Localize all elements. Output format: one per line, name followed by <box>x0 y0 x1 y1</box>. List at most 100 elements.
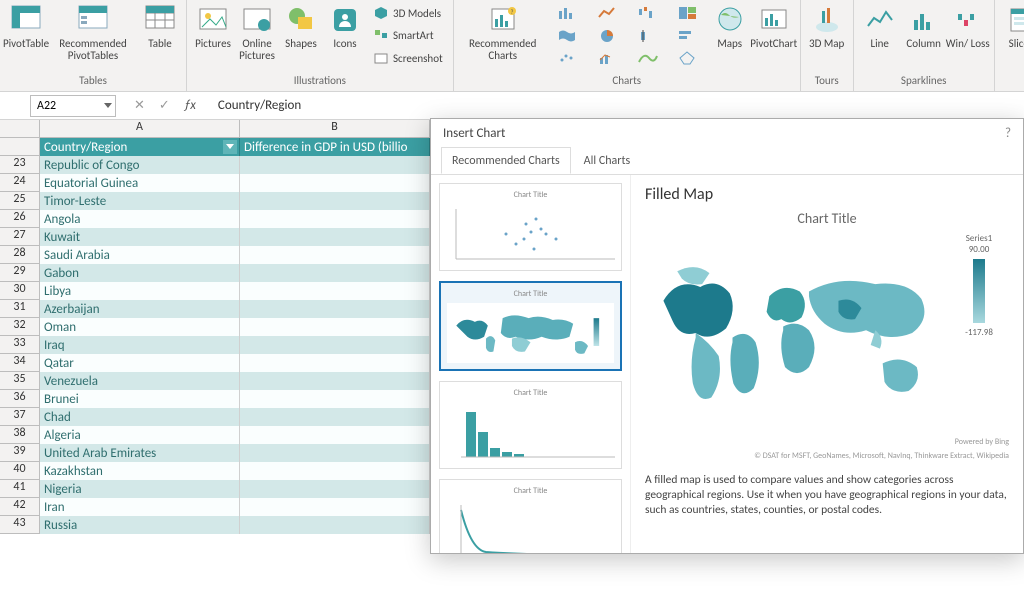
column-header-b[interactable]: B <box>240 120 430 138</box>
cell[interactable] <box>240 228 430 246</box>
cell[interactable]: Algeria <box>40 426 240 444</box>
cell[interactable]: Kazakhstan <box>40 462 240 480</box>
cell[interactable]: Venezuela <box>40 372 240 390</box>
chart-thumb-scatter[interactable]: Chart Title <box>439 183 622 271</box>
chart-thumb-line[interactable]: Chart Title <box>439 479 622 553</box>
cell[interactable]: Kuwait <box>40 228 240 246</box>
row-number[interactable]: 39 <box>0 444 40 462</box>
cell[interactable]: Equatorial Guinea <box>40 174 240 192</box>
spark-column-button[interactable]: Column <box>902 2 946 70</box>
row-number[interactable]: 35 <box>0 372 40 390</box>
pictures-button[interactable]: Pictures <box>191 2 235 70</box>
cell[interactable] <box>240 318 430 336</box>
chart-type-surface-icon[interactable] <box>628 47 668 69</box>
cell[interactable]: Chad <box>40 408 240 426</box>
filter-dropdown-icon[interactable] <box>223 140 237 154</box>
chart-type-scatter-icon[interactable] <box>548 47 588 69</box>
chart-type-pie-icon[interactable] <box>588 25 628 47</box>
row-number[interactable]: 32 <box>0 318 40 336</box>
column-header-a[interactable]: A <box>40 120 240 138</box>
row-number[interactable]: 41 <box>0 480 40 498</box>
chart-type-line-icon[interactable] <box>588 2 628 24</box>
3d-models-button[interactable]: 3D Models <box>369 3 447 23</box>
cancel-formula-icon[interactable]: ✕ <box>134 98 145 113</box>
spark-line-button[interactable]: Line <box>858 2 902 70</box>
cell[interactable] <box>240 336 430 354</box>
cell[interactable] <box>240 372 430 390</box>
cell[interactable]: Iraq <box>40 336 240 354</box>
row-number[interactable]: 24 <box>0 174 40 192</box>
cell[interactable]: Nigeria <box>40 480 240 498</box>
table-button[interactable]: Table <box>138 2 182 70</box>
chart-thumb-histogram[interactable]: Chart Title <box>439 381 622 469</box>
maps-button[interactable]: Maps <box>708 2 752 70</box>
screenshot-button[interactable]: Screenshot <box>369 49 447 69</box>
cell[interactable] <box>240 444 430 462</box>
row-number[interactable]: 37 <box>0 408 40 426</box>
row-number[interactable]: 29 <box>0 264 40 282</box>
cell[interactable]: Russia <box>40 516 240 534</box>
cell[interactable]: Oman <box>40 318 240 336</box>
chart-type-bar-icon[interactable] <box>668 25 708 47</box>
chart-type-column-icon[interactable] <box>548 2 588 24</box>
cell[interactable] <box>240 498 430 516</box>
recommended-charts-button[interactable]: ? Recommended Charts <box>458 2 548 70</box>
chart-type-hierarchy-icon[interactable] <box>668 2 708 24</box>
cell[interactable] <box>240 516 430 534</box>
cell[interactable] <box>240 156 430 174</box>
cell[interactable] <box>240 354 430 372</box>
pivotchart-button[interactable]: PivotChart <box>752 2 796 70</box>
cell[interactable] <box>240 408 430 426</box>
cell[interactable] <box>240 282 430 300</box>
table-header-cell[interactable]: Country/Region <box>40 138 240 156</box>
row-number[interactable]: 38 <box>0 426 40 444</box>
pivottable-button[interactable]: PivotTable <box>4 2 48 70</box>
cell[interactable] <box>240 246 430 264</box>
row-number[interactable]: 31 <box>0 300 40 318</box>
cell[interactable]: Saudi Arabia <box>40 246 240 264</box>
icons-button[interactable]: Icons <box>323 2 367 70</box>
row-number[interactable]: 43 <box>0 516 40 534</box>
cell[interactable] <box>240 174 430 192</box>
cell[interactable]: Azerbaijan <box>40 300 240 318</box>
row-number[interactable]: 33 <box>0 336 40 354</box>
tab-recommended-charts[interactable]: Recommended Charts <box>441 147 571 174</box>
cell[interactable] <box>240 480 430 498</box>
slicer-button[interactable]: Slicer <box>999 2 1024 70</box>
row-number[interactable]: 25 <box>0 192 40 210</box>
insert-function-icon[interactable]: ƒx <box>184 98 196 113</box>
row-number[interactable] <box>0 138 40 156</box>
chart-type-waterfall-icon[interactable] <box>628 2 668 24</box>
cell[interactable]: Qatar <box>40 354 240 372</box>
cell[interactable] <box>240 264 430 282</box>
name-box[interactable]: A22 <box>30 95 116 117</box>
enter-formula-icon[interactable]: ✓ <box>159 98 170 113</box>
chart-type-map-icon[interactable] <box>548 25 588 47</box>
cell[interactable] <box>240 462 430 480</box>
cell[interactable] <box>240 192 430 210</box>
table-header-cell[interactable]: Difference in GDP in USD (billio <box>240 138 430 156</box>
row-number[interactable]: 27 <box>0 228 40 246</box>
cell[interactable]: Republic of Congo <box>40 156 240 174</box>
row-number[interactable]: 36 <box>0 390 40 408</box>
chart-thumb-filled-map[interactable]: Chart Title <box>439 281 622 371</box>
cell[interactable] <box>240 390 430 408</box>
cell[interactable]: Gabon <box>40 264 240 282</box>
shapes-button[interactable]: Shapes <box>279 2 323 70</box>
select-all-corner[interactable] <box>0 120 40 138</box>
cell[interactable]: Angola <box>40 210 240 228</box>
cell[interactable]: Brunei <box>40 390 240 408</box>
dialog-help-button[interactable]: ? <box>1005 126 1011 141</box>
chart-type-stats-icon[interactable] <box>628 25 668 47</box>
chart-type-combo-icon[interactable] <box>588 47 628 69</box>
recommended-pivottables-button[interactable]: Recommended PivotTables <box>48 2 138 70</box>
online-pictures-button[interactable]: Online Pictures <box>235 2 279 70</box>
row-number[interactable]: 34 <box>0 354 40 372</box>
cell[interactable]: Iran <box>40 498 240 516</box>
cell[interactable]: Libya <box>40 282 240 300</box>
row-number[interactable]: 42 <box>0 498 40 516</box>
cell[interactable] <box>240 300 430 318</box>
cell[interactable] <box>240 426 430 444</box>
chart-type-radar-icon[interactable] <box>668 47 708 69</box>
cell[interactable]: Timor-Leste <box>40 192 240 210</box>
